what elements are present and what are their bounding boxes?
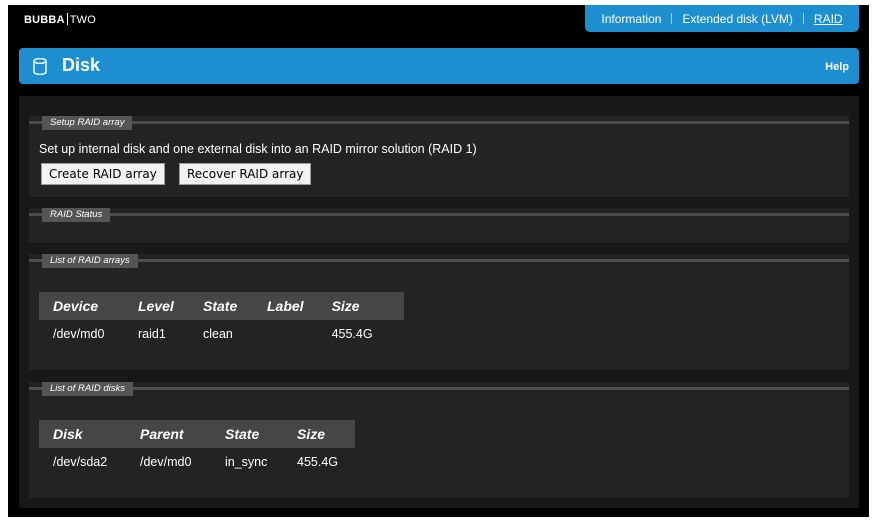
setup-description: Set up internal disk and one external di… xyxy=(39,142,477,156)
table-header-row: Device Level State Label Size xyxy=(39,292,404,320)
column-header: State xyxy=(189,292,253,320)
section-legend: Setup RAID array xyxy=(42,116,133,130)
table-cell: clean xyxy=(203,327,233,341)
page-header: Disk Help xyxy=(19,48,859,84)
table-cell: /dev/md0 xyxy=(53,327,105,341)
raid-arrays-section: List of RAID arrays Device Level State L… xyxy=(29,254,849,370)
table-cell: 455.4G xyxy=(297,455,339,469)
table-cell: in_sync xyxy=(225,455,268,469)
table-cell: /dev/md0 xyxy=(140,455,192,469)
table-cell: raid1 xyxy=(138,327,166,341)
section-divider xyxy=(29,387,849,390)
column-header: Size xyxy=(317,292,404,320)
table-row: /dev/md0 raid1 clean 455.4G xyxy=(39,320,404,348)
section-legend: List of RAID disks xyxy=(42,382,133,396)
section-legend: List of RAID arrays xyxy=(42,254,138,268)
nav-information[interactable]: Information xyxy=(591,12,671,26)
column-header: Device xyxy=(39,292,124,320)
section-divider xyxy=(29,213,849,216)
table-header-row: Disk Parent State Size xyxy=(39,420,355,448)
section-divider xyxy=(29,121,849,124)
column-header: State xyxy=(211,420,283,448)
table-cell xyxy=(253,320,318,348)
brand-logo: BUBBA TWO xyxy=(24,13,96,26)
column-header: Disk xyxy=(39,420,126,448)
column-header: Parent xyxy=(126,420,211,448)
table-cell: /dev/sda2 xyxy=(53,455,108,469)
raid-status-section: RAID Status xyxy=(29,208,849,243)
table-cell: 455.4G xyxy=(331,327,373,341)
column-header: Level xyxy=(124,292,189,320)
top-navigation: Information Extended disk (LVM) RAID xyxy=(585,5,859,32)
nav-raid[interactable]: RAID xyxy=(804,12,853,26)
section-divider xyxy=(29,259,849,262)
raid-disks-section: List of RAID disks Disk Parent State Siz… xyxy=(29,382,849,498)
raid-disks-table: Disk Parent State Size /dev/sda2 /dev/md… xyxy=(39,420,355,476)
setup-raid-section: Setup RAID array Set up internal disk an… xyxy=(29,116,849,197)
table-row: /dev/sda2 /dev/md0 in_sync 455.4G xyxy=(39,448,355,476)
create-raid-button[interactable]: Create RAID array xyxy=(41,163,165,185)
recover-raid-button[interactable]: Recover RAID array xyxy=(179,163,312,185)
section-legend: RAID Status xyxy=(42,208,111,222)
nav-extended-disk[interactable]: Extended disk (LVM) xyxy=(672,12,803,26)
raid-arrays-table: Device Level State Label Size /dev/md0 r… xyxy=(39,292,404,348)
database-icon xyxy=(33,57,47,80)
column-header: Label xyxy=(253,292,318,320)
help-link[interactable]: Help xyxy=(825,61,849,73)
column-header: Size xyxy=(283,420,355,448)
page-title: Disk xyxy=(62,55,101,75)
main-content: Setup RAID array Set up internal disk an… xyxy=(19,96,859,508)
